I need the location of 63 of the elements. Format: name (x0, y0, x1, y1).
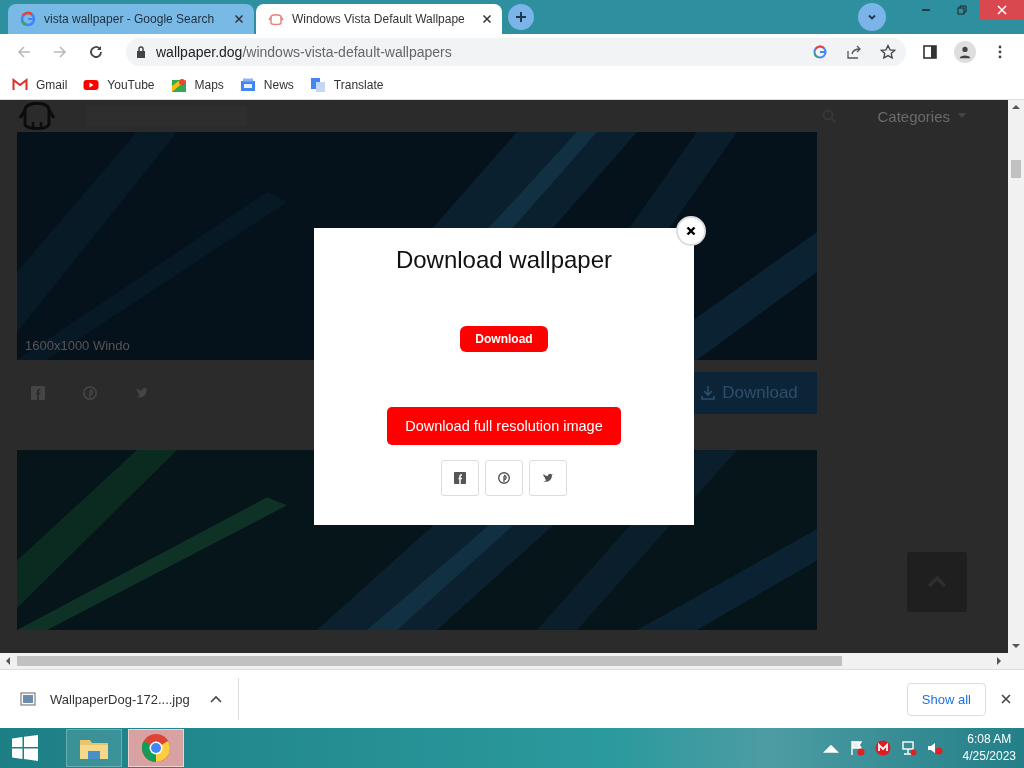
lock-icon (136, 45, 146, 58)
windows-logo-icon[interactable] (12, 735, 38, 762)
image-file-icon (20, 691, 36, 708)
map-icon (170, 76, 187, 93)
horizontal-scrollbar[interactable] (0, 653, 1024, 670)
twitter-share-button[interactable] (529, 460, 567, 497)
image-caption: 1600x1000 Windo (25, 338, 130, 354)
arrow-up-icon[interactable] (1012, 104, 1020, 111)
close-icon (686, 226, 696, 237)
download-item[interactable]: WallpaperDog-172....jpg (20, 678, 239, 721)
mail-icon (12, 76, 28, 93)
chrome-icon (141, 733, 171, 764)
speaker-muted-icon[interactable] (926, 740, 943, 757)
close-icon[interactable] (1000, 693, 1012, 706)
bookmark-item[interactable]: Maps (170, 76, 224, 93)
download-button[interactable]: Download (460, 326, 548, 353)
download-icon (700, 385, 717, 402)
pinterest-share-button[interactable] (485, 460, 523, 497)
close-icon (996, 4, 1008, 16)
dialog-title: Download wallpaper (395, 246, 613, 275)
profile-avatar[interactable] (954, 40, 976, 63)
clock[interactable]: 6:08 AM 4/25/2023 (962, 731, 1016, 766)
scrollbar-thumb[interactable] (1011, 160, 1021, 179)
tab-title: Windows Vista Default Wallpape (292, 11, 466, 26)
bird-icon (542, 472, 554, 485)
bookmark-item[interactable]: News (239, 76, 294, 93)
restore-icon[interactable] (956, 4, 968, 16)
star-icon[interactable] (880, 43, 896, 60)
bookmark-item[interactable]: Translate (309, 76, 384, 93)
arrow-left-icon[interactable] (5, 657, 11, 666)
facebook-share-button[interactable] (441, 460, 479, 497)
browser-tab[interactable]: Windows Vista Default Wallpape (256, 3, 502, 34)
close-icon[interactable] (482, 13, 492, 24)
side-panel-icon[interactable] (922, 43, 938, 60)
reload-icon[interactable] (88, 43, 104, 60)
scrollbar-thumb[interactable] (17, 656, 842, 667)
google-icon[interactable] (812, 43, 828, 60)
caret-down-icon (958, 113, 966, 120)
close-icon[interactable] (234, 13, 244, 24)
m-badge-icon[interactable] (874, 740, 891, 757)
show-all-button[interactable]: Show all (906, 682, 986, 716)
arrow-down-icon[interactable] (1012, 643, 1020, 650)
new-tab-button[interactable] (508, 3, 534, 30)
plus-icon (515, 10, 527, 23)
google-icon (20, 10, 36, 27)
flag-icon[interactable] (848, 740, 865, 757)
share-icon[interactable] (846, 43, 862, 60)
full-resolution-button[interactable]: Download full resolution image (387, 407, 621, 446)
facebook-icon (454, 472, 466, 485)
bookmark-item[interactable]: YouTube (83, 76, 155, 93)
browser-tab[interactable]: vista wallpaper - Google Search (8, 3, 254, 34)
network-icon[interactable] (900, 740, 917, 757)
tab-title: vista wallpaper - Google Search (44, 11, 216, 26)
bookmark-item[interactable]: Gmail (12, 76, 68, 93)
address-bar[interactable]: wallpaper.dog/windows-vista-default-wallpapers (126, 37, 906, 66)
taskbar-app[interactable] (128, 729, 184, 768)
translate-icon (309, 76, 326, 93)
chevron-up-icon[interactable] (209, 695, 222, 704)
pinterest-icon (498, 472, 510, 485)
vertical-scrollbar[interactable] (1008, 100, 1024, 654)
url-text: wallpaper.dog/windows-vista-default-wallpapers (156, 43, 452, 60)
arrow-right-icon[interactable] (996, 657, 1002, 666)
news-icon (239, 76, 256, 93)
